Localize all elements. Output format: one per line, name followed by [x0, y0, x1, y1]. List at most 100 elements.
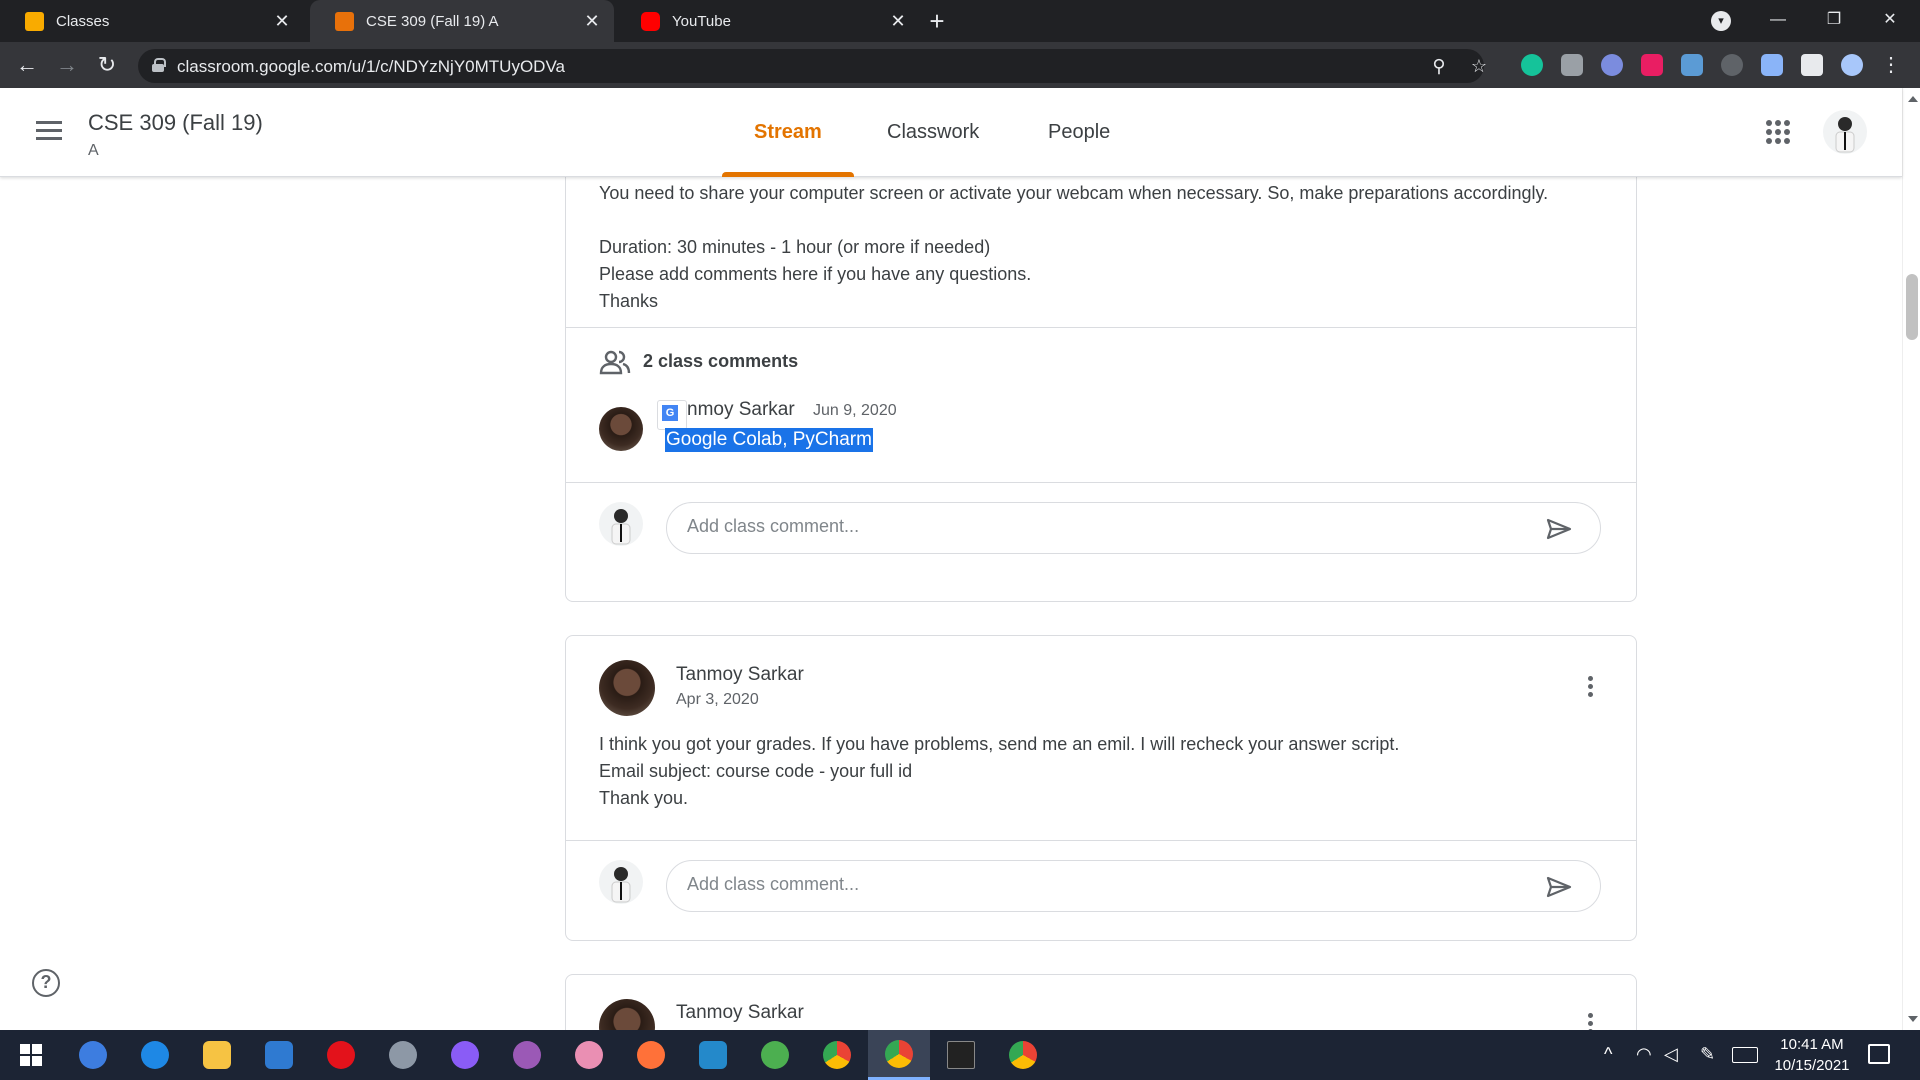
taskbar-app-satellite[interactable] [372, 1030, 434, 1080]
hamburger-menu-icon[interactable] [36, 121, 62, 141]
comment-input[interactable] [687, 874, 1507, 895]
taskbar-app-firefox[interactable] [620, 1030, 682, 1080]
zoom-icon[interactable]: ⚲ [1428, 55, 1450, 77]
taskbar-app-edge[interactable] [124, 1030, 186, 1080]
taskbar-app-github[interactable] [496, 1030, 558, 1080]
volume-icon[interactable]: ◁ [1664, 1044, 1678, 1065]
send-icon[interactable] [1546, 876, 1572, 898]
restore-button[interactable]: ❐ [1806, 0, 1862, 42]
browser-tab-classes[interactable]: Classes ✕ [0, 0, 304, 42]
taskbar-app-explorer[interactable] [186, 1030, 248, 1080]
clock-date: 10/15/2021 [1774, 1057, 1850, 1074]
download-extension-icon[interactable] [1681, 54, 1703, 76]
taskbar-app-globe[interactable] [744, 1030, 806, 1080]
taskbar-app-vscode[interactable] [682, 1030, 744, 1080]
post-body: You need to share your computer screen o… [599, 180, 1609, 315]
stream-post: You need to share your computer screen o… [565, 177, 1637, 602]
pen-workspace-icon[interactable]: ✎ [1700, 1044, 1715, 1065]
windows-logo-icon [20, 1044, 42, 1066]
bookmark-star-icon[interactable]: ☆ [1468, 55, 1490, 77]
account-avatar[interactable] [1823, 110, 1867, 154]
reload-icon[interactable]: ↻ [92, 50, 122, 80]
course-title[interactable]: CSE 309 (Fall 19) [88, 110, 263, 136]
scroll-up-arrow-icon[interactable] [1908, 96, 1918, 102]
window-close-button[interactable]: ✕ [1862, 0, 1918, 42]
tab-stream[interactable]: Stream [754, 121, 822, 144]
help-icon[interactable]: ? [32, 969, 60, 997]
tab-search-icon[interactable]: ▾ [1711, 11, 1731, 31]
play-extension-icon[interactable] [1641, 54, 1663, 76]
taskbar-app-qb[interactable] [62, 1030, 124, 1080]
camera-extension-icon[interactable] [1561, 54, 1583, 76]
user-avatar [599, 860, 643, 904]
new-tab-button[interactable]: + [922, 6, 952, 36]
add-comment-field[interactable] [666, 860, 1601, 912]
back-arrow-icon[interactable]: ← [12, 50, 42, 80]
start-button[interactable] [0, 1030, 62, 1080]
google-translate-icon[interactable]: G [657, 400, 687, 430]
minimize-button[interactable]: — [1750, 0, 1806, 42]
url-text[interactable]: classroom.google.com/u/1/c/NDYzNjY0MTUyO… [177, 57, 565, 77]
google-apps-icon[interactable] [1766, 120, 1790, 144]
browser-tab-strip: Classes ✕ CSE 309 (Fall 19) A ✕ YouTube … [0, 0, 1920, 42]
divider [566, 840, 1636, 841]
tab-label: YouTube [672, 12, 731, 30]
author-avatar [599, 999, 655, 1030]
stream-post: Tanmoy Sarkar [565, 974, 1637, 1030]
browser-tab-cse309[interactable]: CSE 309 (Fall 19) A ✕ [310, 0, 614, 42]
lock-icon [152, 58, 166, 72]
post-line: Thank you. [599, 788, 689, 808]
system-clock[interactable]: 10:41 AM 10/15/2021 [1752, 1034, 1872, 1076]
scroll-down-arrow-icon[interactable] [1908, 1016, 1918, 1022]
user-avatar [599, 502, 643, 546]
tab-people[interactable]: People [1048, 121, 1110, 144]
post-body: I think you got your grades. If you have… [599, 731, 1609, 812]
taskbar-app-messenger[interactable] [434, 1030, 496, 1080]
taskbar-app-chrome[interactable] [806, 1030, 868, 1080]
taskbar-app-chrome-dev[interactable] [992, 1030, 1054, 1080]
close-tab-icon[interactable]: ✕ [268, 11, 296, 32]
puzzle-extensions-icon[interactable] [1801, 54, 1823, 76]
taskbar-app-paint[interactable] [558, 1030, 620, 1080]
close-tab-icon[interactable]: ✕ [578, 11, 606, 32]
address-bar[interactable]: classroom.google.com/u/1/c/NDYzNjY0MTUyO… [138, 49, 1487, 83]
post-date: Apr 3, 2020 [676, 691, 759, 708]
forward-arrow-icon[interactable]: → [52, 50, 82, 80]
add-comment-field[interactable] [666, 502, 1601, 554]
send-icon[interactable] [1546, 518, 1572, 540]
tab-label: CSE 309 (Fall 19) A [366, 12, 499, 30]
comment-input[interactable] [687, 516, 1507, 537]
grammarly-extension-icon[interactable] [1521, 54, 1543, 76]
pen-extension-icon[interactable] [1761, 54, 1783, 76]
post-author: Tanmoy Sarkar [676, 1002, 804, 1023]
scroll-thumb[interactable] [1906, 274, 1918, 340]
classroom-favicon-icon [25, 11, 44, 31]
taskbar-app-chrome-active[interactable] [868, 1030, 930, 1080]
close-tab-icon[interactable]: ✕ [884, 11, 912, 32]
stream-feed: You need to share your computer screen o… [0, 177, 1902, 1030]
windows-taskbar: ^ ◠ ◁ ✎ 10:41 AM 10/15/2021 [0, 1030, 1920, 1080]
wifi-icon[interactable]: ◠ [1636, 1044, 1652, 1065]
extension-icon[interactable] [1721, 54, 1743, 76]
course-section: A [88, 142, 99, 159]
post-line: Email subject: course code - your full i… [599, 761, 913, 781]
classroom-header: CSE 309 (Fall 19) A Stream Classwork Peo… [0, 88, 1902, 177]
tab-classwork[interactable]: Classwork [887, 121, 979, 144]
stream-post: Tanmoy Sarkar Apr 3, 2020 I think you go… [565, 635, 1637, 941]
chrome-menu-icon[interactable]: ⋮ [1876, 50, 1906, 80]
browser-tab-youtube[interactable]: YouTube ✕ [616, 0, 920, 42]
page-scrollbar[interactable] [1902, 88, 1920, 1030]
more-options-icon[interactable] [1588, 1013, 1594, 1030]
class-comments-count[interactable]: 2 class comments [643, 351, 798, 372]
taskbar-app-opera[interactable] [310, 1030, 372, 1080]
profile-avatar[interactable] [1841, 54, 1863, 76]
show-hidden-icons-icon[interactable]: ^ [1604, 1044, 1612, 1065]
taskbar-app-mail[interactable] [248, 1030, 310, 1080]
notification-center-icon[interactable] [1868, 1044, 1890, 1064]
extension-icon[interactable] [1601, 54, 1623, 76]
more-options-icon[interactable] [1588, 676, 1594, 700]
youtube-favicon-icon [641, 11, 660, 31]
taskbar-app-terminal[interactable] [930, 1030, 992, 1080]
classroom-favicon-icon [335, 11, 354, 31]
